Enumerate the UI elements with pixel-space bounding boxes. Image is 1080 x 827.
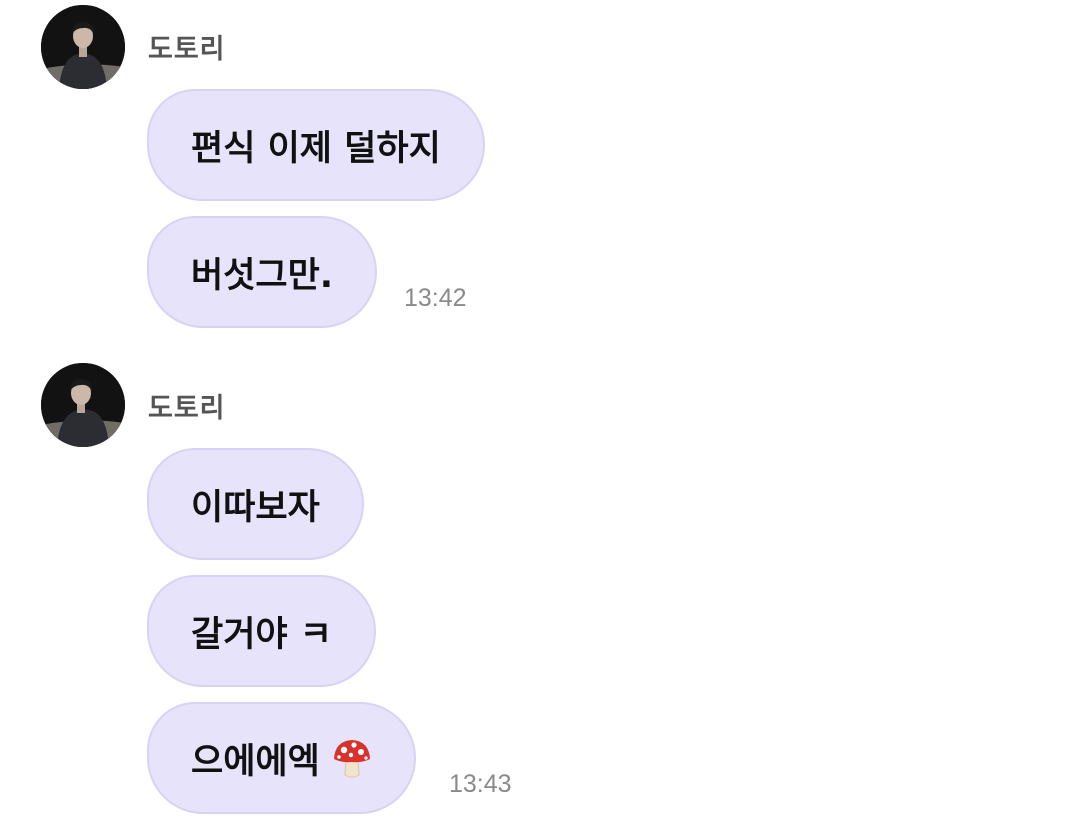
message-text: 편식 이제 덜하지 [191,128,441,169]
message-text: 갈거야 ㅋ [191,614,332,655]
avatar[interactable] [41,363,125,447]
message-text: 으에에엑 [191,741,320,782]
mushroom-icon [332,737,372,779]
message-bubble[interactable]: 편식 이제 덜하지 [147,89,485,201]
sender-name: 도토리 [148,393,226,424]
sender-name: 도토리 [148,34,226,65]
message-bubble[interactable]: 갈거야 ㅋ [147,575,376,687]
profile-photo [41,363,125,447]
message-text: 버섯그만. [191,255,334,296]
message-text: 이따보자 [191,487,320,528]
message-bubble[interactable]: 이따보자 [147,448,364,560]
message-timestamp: 13:43 [449,770,512,798]
message-bubble[interactable]: 으에에엑 [147,702,416,814]
message-timestamp: 13:42 [404,284,467,312]
message-bubble[interactable]: 버섯그만. [147,216,378,328]
avatar[interactable] [41,5,125,89]
profile-photo [41,5,125,89]
